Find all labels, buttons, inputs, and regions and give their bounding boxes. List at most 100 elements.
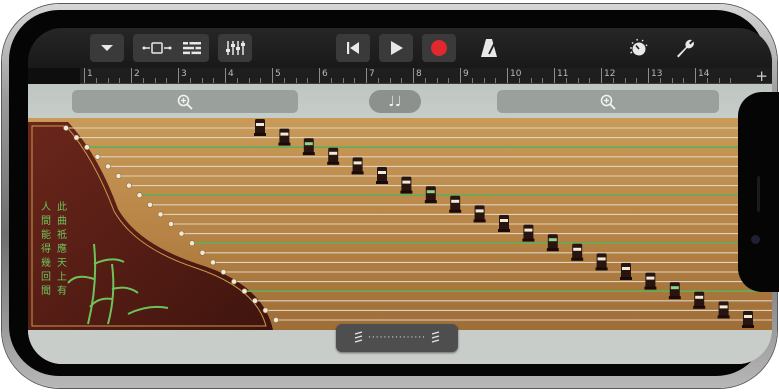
ruler-bar-number: 8 [416,69,422,79]
ruler-beat-tick [718,78,720,83]
record-button[interactable] [422,34,456,62]
ruler-bar-line [319,68,320,83]
string-bridge [668,282,681,300]
ruler-bar-line [131,68,132,83]
ruler-beat-tick [542,78,544,83]
browser-menu-button[interactable] [90,34,124,62]
ruler-bar-line [272,68,273,83]
poem-character: 天 [57,258,67,269]
front-camera [752,236,759,243]
ruler-beat-tick [142,78,144,83]
string-bridge [546,234,559,252]
string-bridge [742,311,754,328]
ruler-bar-number: 2 [134,69,140,79]
mixer-list-button[interactable] [175,34,209,62]
sliders-icon [226,41,245,55]
tuning-peg [94,153,101,160]
left-zoom-bar[interactable] [72,90,298,113]
eq-controls-button[interactable] [218,34,252,62]
poem-character: 能 [41,228,51,241]
tracks-view-button[interactable] [133,34,181,62]
ruler-beat-tick [260,78,262,83]
ruler-bar-line [178,68,179,83]
tuning-peg [189,240,195,247]
tuning-peg [220,269,227,275]
string-bridge [400,176,413,194]
ruler-beat-tick [330,78,332,83]
string-bridge [644,272,657,290]
ruler-beat-tick [248,78,250,83]
play-icon [391,41,403,55]
ruler-beat-tick [683,78,685,83]
ruler-bar-number: 3 [181,69,187,79]
add-section-button[interactable]: + [755,67,768,85]
tuning-peg [178,230,185,237]
ruler-bar-number: 6 [322,69,328,79]
ruler-beat-tick [589,78,591,83]
string-bridge [302,138,315,156]
notes-toggle-button[interactable]: ♩♩ [369,90,421,113]
ruler-beat-tick [283,78,285,83]
tuning-peg [199,249,206,256]
poem-character: 人 [41,201,51,213]
ruler-beat-tick [706,78,708,83]
string-bridge [595,253,608,271]
tuning-peg [63,125,69,131]
go-to-beginning-button[interactable] [336,34,370,62]
ruler-beat-tick [471,78,473,83]
chevron-down-icon [101,45,113,51]
ruler-beat-tick [295,78,297,83]
control-bar [28,28,772,68]
settings-button[interactable] [668,34,702,62]
ruler-beat-tick [354,78,356,83]
ruler-bar-number: 9 [463,69,469,79]
play-button[interactable] [379,34,413,62]
ruler-beat-tick [154,78,156,83]
list-icon [183,42,201,55]
zoom-in-icon [600,94,616,110]
ruler-bar-line [366,68,367,83]
scroll-dots: ··············· [368,333,426,343]
poem-character: 回 [41,271,51,283]
ruler-beat-tick [671,78,673,83]
ruler-beat-tick [166,78,168,83]
skip-back-icon [347,42,359,54]
tuning-peg [73,134,80,141]
ruler-beat-tick [624,78,626,83]
ruler-beat-tick [119,78,121,83]
right-zoom-bar[interactable] [497,90,719,113]
tuning-peg [105,163,111,170]
tuning-peg [157,211,164,218]
tuning-peg [262,307,269,314]
guzheng-instrument-view: ♩♩ 此 曲 祗 應 天 上 有 人 間 能 得 幾 回 聞 ·········… [28,84,772,364]
master-volume-button[interactable] [622,34,656,62]
poem-character: 間 [41,215,51,227]
tuning-peg [115,173,122,179]
tuning-peg [210,259,216,266]
ruler-beat-tick [565,78,567,83]
string-bridge [522,224,535,242]
ruler-beat-tick [612,78,614,83]
timeline-ruler[interactable]: + 1 2 3 4 5 6 7 8 9 10 11 12 13 14 [80,67,772,85]
string-bridge [327,147,340,165]
poem-character: 上 [57,271,67,283]
string-bridge [278,128,291,146]
poem-character: 有 [57,284,67,297]
ruler-bar-line [84,68,85,83]
string-bridge [620,263,632,280]
string-bridge [717,301,730,319]
ruler-bar-number: 5 [275,69,281,79]
ruler-beat-tick [424,78,426,83]
ruler-beat-tick [201,78,203,83]
ruler-bar-line [648,68,649,83]
instrument-scroll-handle[interactable]: ··············· [336,324,458,352]
tuning-peg [147,201,153,208]
earpiece-speaker [757,176,760,212]
app-screen: + 1 2 3 4 5 6 7 8 9 10 11 12 13 14 ♩♩ 此 … [28,28,772,364]
ruler-bar-line [225,68,226,83]
record-icon [431,40,447,56]
ruler-beat-tick [401,78,403,83]
metronome-icon [481,39,497,57]
metronome-button[interactable] [472,34,506,62]
ruler-beat-tick [659,78,661,83]
